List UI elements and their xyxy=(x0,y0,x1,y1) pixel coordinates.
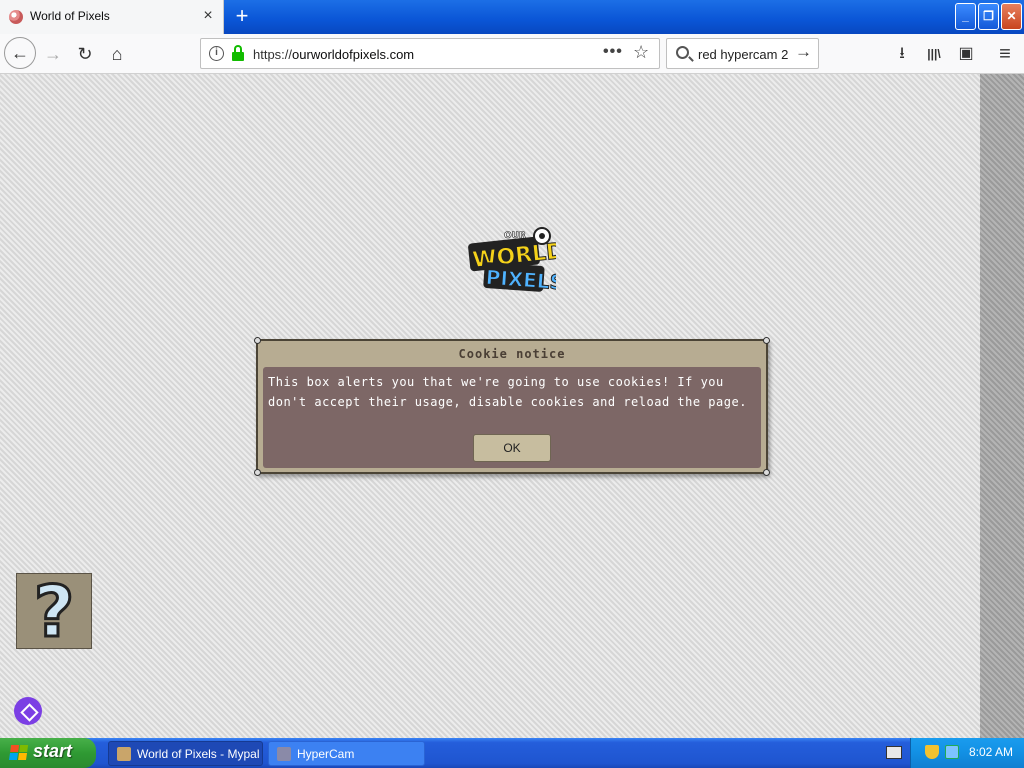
windows-logo-icon xyxy=(9,745,29,761)
restore-icon: ❐ xyxy=(983,9,994,23)
back-button[interactable]: ← xyxy=(4,37,36,69)
arrow-right-icon: → xyxy=(44,44,62,64)
dialog-corner xyxy=(763,469,770,476)
reload-icon: ↻ xyxy=(77,44,93,64)
search-input[interactable]: red hypercam 2 xyxy=(698,47,788,62)
diamond-action-icon[interactable] xyxy=(14,697,42,725)
bookmark-star-icon[interactable]: ☆ xyxy=(633,42,649,63)
close-window-button[interactable]: ✕ xyxy=(1001,3,1022,30)
security-shield-icon[interactable] xyxy=(925,745,939,759)
search-bar[interactable]: red hypercam 2 → xyxy=(666,38,819,69)
taskbar-item-label: World of Pixels - Mypal xyxy=(137,747,260,761)
lock-icon[interactable] xyxy=(232,45,244,62)
page-scrollbar[interactable] xyxy=(980,74,1024,738)
ok-button[interactable]: OK xyxy=(473,434,551,462)
arrow-left-icon: ← xyxy=(11,43,29,63)
taskbar-item-hypercam[interactable]: HyperCam xyxy=(268,741,425,766)
help-button[interactable]: ? xyxy=(16,570,92,655)
dialog-title: Cookie notice xyxy=(458,347,566,361)
cookie-notice-dialog: Cookie notice This box alerts you that w… xyxy=(254,337,770,476)
dialog-corner xyxy=(254,469,261,476)
search-go-icon[interactable]: → xyxy=(795,42,812,62)
library-icon[interactable]: |||\ xyxy=(922,42,946,66)
new-tab-button[interactable]: + xyxy=(228,2,256,30)
title-bar: World of Pixels × + _ ❐ ✕ xyxy=(0,0,1024,34)
close-icon: ✕ xyxy=(1006,9,1017,23)
search-icon xyxy=(676,46,689,59)
start-button[interactable]: start xyxy=(0,738,96,768)
network-icon[interactable] xyxy=(945,745,959,759)
dialog-message: This box alerts you that we're going to … xyxy=(268,375,747,409)
url-bar[interactable]: i https://ourworldofpixels.com ••• ☆ xyxy=(200,38,660,69)
hypercam-icon xyxy=(277,747,291,761)
page-actions-icon[interactable]: ••• xyxy=(603,43,623,61)
dialog-body: This box alerts you that we're going to … xyxy=(263,367,761,468)
forward-button[interactable]: → xyxy=(38,39,68,69)
question-mark-icon: ? xyxy=(32,570,76,655)
system-tray: 8:02 AM xyxy=(910,738,1024,768)
dialog-corner xyxy=(763,337,770,344)
our-world-of-pixels-logo: WORLD PIXELS OUR xyxy=(468,227,556,295)
taskbar: start World of Pixels - Mypal HyperCam 8… xyxy=(0,738,1024,768)
keyboard-icon[interactable] xyxy=(886,746,902,759)
url-text[interactable]: https://ourworldofpixels.com xyxy=(253,47,414,62)
tab-title: World of Pixels xyxy=(30,9,110,23)
svg-text:OUR: OUR xyxy=(504,231,526,241)
start-label: start xyxy=(33,741,73,761)
url-domain: ourworldofpixels.com xyxy=(292,47,415,62)
restore-button[interactable]: ❐ xyxy=(978,3,999,30)
url-prefix: https:// xyxy=(253,47,293,62)
minimize-button[interactable]: _ xyxy=(955,3,976,30)
browser-tab[interactable]: World of Pixels × xyxy=(0,0,224,34)
clock: 8:02 AM xyxy=(969,745,1014,759)
page-canvas[interactable]: WORLD PIXELS OUR Cookie notice This box … xyxy=(0,74,980,738)
downloads-icon[interactable]: ⭳ xyxy=(890,42,914,66)
svg-text:PIXELS: PIXELS xyxy=(485,265,556,294)
taskbar-item-mypal[interactable]: World of Pixels - Mypal xyxy=(108,741,263,766)
mypal-icon xyxy=(117,747,131,761)
navigation-bar: ← → ↻ ⌂ i https://ourworldofpixels.com •… xyxy=(0,34,1024,74)
site-favicon-icon xyxy=(9,10,23,24)
menu-icon[interactable]: ≡ xyxy=(993,42,1017,66)
sidebar-icon[interactable]: ▣ xyxy=(954,42,978,66)
reload-button[interactable]: ↻ xyxy=(70,39,100,69)
home-button[interactable]: ⌂ xyxy=(102,39,132,69)
taskbar-item-label: HyperCam xyxy=(297,747,355,761)
info-icon[interactable]: i xyxy=(209,46,224,61)
tab-close-icon[interactable]: × xyxy=(199,6,217,26)
dialog-corner xyxy=(254,337,261,344)
home-icon: ⌂ xyxy=(111,44,123,64)
minimize-icon: _ xyxy=(962,9,969,23)
